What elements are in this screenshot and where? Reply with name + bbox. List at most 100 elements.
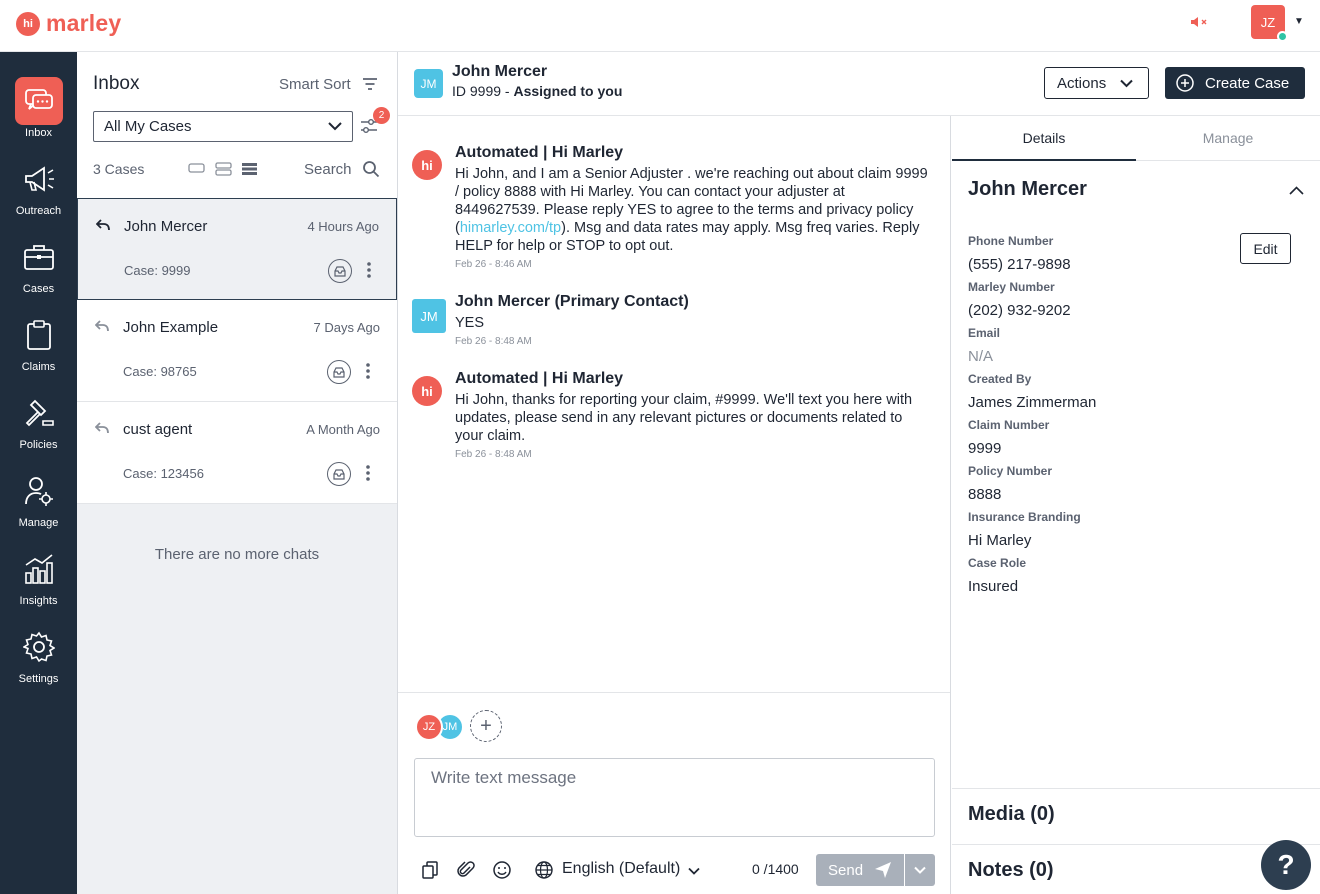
filter-count-badge: 2	[373, 107, 390, 124]
tab-details[interactable]: Details	[952, 116, 1136, 161]
message-time: Feb 26 - 8:46 AM	[455, 259, 532, 270]
more-vertical-icon[interactable]	[365, 362, 371, 380]
details-panel: Details Manage John Mercer Edit Phone Nu…	[952, 116, 1320, 894]
user-menu-caret-icon[interactable]: ▼	[1294, 16, 1304, 27]
nav-claims[interactable]: Claims	[0, 311, 77, 381]
actions-dropdown-button[interactable]: Actions	[1044, 67, 1149, 99]
top-bar: hi marley JZ ▼	[0, 0, 1320, 52]
case-id-text: ID 9999 -	[452, 83, 510, 99]
copy-template-icon[interactable]	[420, 860, 440, 880]
edit-contact-button[interactable]: Edit	[1240, 233, 1291, 264]
message-time: Feb 26 - 8:48 AM	[455, 336, 532, 347]
inbox-tray-icon[interactable]	[328, 259, 352, 283]
inbox-tray-icon[interactable]	[327, 462, 351, 486]
more-vertical-icon[interactable]	[366, 261, 372, 279]
emoji-icon[interactable]	[492, 860, 512, 880]
case-filter-select[interactable]: All My Cases	[93, 111, 353, 142]
nav-label: Inbox	[25, 127, 52, 139]
media-section-header[interactable]: Media (0)	[952, 788, 1320, 844]
speaker-muted-icon[interactable]	[1190, 15, 1210, 29]
case-time: 7 Days Ago	[313, 320, 381, 335]
nav-manage[interactable]: Manage	[0, 467, 77, 537]
field-value: 9999	[968, 440, 1002, 457]
globe-icon[interactable]	[534, 860, 554, 880]
field-label: Insurance Branding	[968, 510, 1081, 524]
inbox-title: Inbox	[93, 73, 140, 94]
logo-text: marley	[46, 10, 122, 36]
case-filter-value: All My Cases	[104, 118, 192, 135]
reply-arrow-icon	[96, 219, 110, 231]
message-input[interactable]	[414, 758, 935, 837]
nav-label: Outreach	[15, 205, 62, 217]
view-comfortable-icon[interactable]	[215, 162, 232, 176]
character-count: 0 /1400	[752, 861, 799, 877]
view-list-icon[interactable]	[241, 162, 258, 176]
terms-link[interactable]: himarley.com/tp	[460, 220, 561, 236]
marley-logo[interactable]: hi marley	[16, 10, 121, 37]
gear-icon	[15, 623, 63, 671]
inbox-search-label[interactable]: Search	[304, 161, 352, 178]
message-body: Hi John, thanks for reporting your claim…	[455, 392, 913, 444]
chevron-down-icon	[328, 122, 342, 131]
case-name: cust agent	[123, 421, 193, 438]
inbox-panel: Inbox Smart Sort All My Cases 2 3 Cases …	[77, 52, 398, 894]
side-nav: Inbox Outreach Cases Claims Policies Man…	[0, 52, 77, 894]
field-label: Case Role	[968, 556, 1027, 570]
case-time: A Month Ago	[306, 422, 380, 437]
nav-settings[interactable]: Settings	[0, 623, 77, 693]
chevron-down-icon[interactable]	[688, 867, 700, 875]
view-compact-icon[interactable]	[188, 162, 205, 174]
message-sender: Automated | Hi Marley	[455, 144, 624, 161]
nav-policies[interactable]: Policies	[0, 389, 77, 459]
language-selector[interactable]: English (Default)	[562, 860, 680, 878]
tab-manage[interactable]: Manage	[1136, 116, 1320, 161]
field-value: Insured	[968, 578, 1019, 595]
message: JM John Mercer (Primary Contact) YES Feb…	[412, 293, 932, 353]
field-label: Phone Number	[968, 234, 1054, 248]
case-list-item[interactable]: cust agent A Month Ago Case: 123456	[77, 402, 397, 504]
participant-avatar[interactable]: JZ	[415, 713, 443, 741]
chevron-up-icon[interactable]	[1289, 186, 1304, 195]
field-label: Marley Number	[968, 280, 1055, 294]
field-label: Policy Number	[968, 464, 1053, 478]
send-label: Send	[828, 861, 864, 879]
field-value: James Zimmerman	[968, 394, 1097, 411]
cases-count: 3 Cases	[93, 161, 145, 177]
case-time: 4 Hours Ago	[307, 219, 379, 234]
chat-header: JM John Mercer ID 9999 - Assigned to you…	[398, 52, 1320, 116]
paperclip-icon[interactable]	[456, 860, 476, 880]
nav-outreach[interactable]: Outreach	[0, 155, 77, 225]
no-more-chats-text: There are no more chats	[154, 546, 320, 563]
smart-sort-label[interactable]: Smart Sort	[279, 76, 351, 93]
search-icon[interactable]	[362, 160, 380, 178]
create-case-button[interactable]: Create Case	[1165, 67, 1305, 99]
chat-contact-name: John Mercer	[452, 63, 548, 80]
reply-arrow-icon	[95, 320, 109, 332]
send-options-dropdown[interactable]	[905, 854, 935, 886]
message-sender: John Mercer (Primary Contact)	[455, 293, 689, 310]
more-vertical-icon[interactable]	[365, 464, 371, 482]
case-list-item[interactable]: John Mercer 4 Hours Ago Case: 9999	[77, 198, 397, 300]
plus-circle-icon	[1176, 74, 1194, 92]
logo-badge: hi	[16, 11, 40, 36]
online-status-dot	[1277, 31, 1288, 42]
contact-avatar: JM	[412, 299, 446, 333]
case-number: Case: 9999	[124, 263, 191, 278]
field-value: (555) 217-9898	[968, 256, 1071, 273]
message-composer: JZ JM + English (Default) 0 /1400 Send	[398, 692, 950, 894]
help-button[interactable]: ?	[1261, 840, 1311, 890]
nav-cases[interactable]: Cases	[0, 233, 77, 303]
inbox-tray-icon[interactable]	[327, 360, 351, 384]
case-list: John Mercer 4 Hours Ago Case: 9999 John …	[77, 198, 397, 504]
nav-insights[interactable]: Insights	[0, 545, 77, 615]
actions-label: Actions	[1057, 74, 1107, 92]
paper-plane-icon	[875, 862, 891, 878]
hi-marley-avatar: hi	[412, 150, 442, 180]
sort-lines-icon[interactable]	[362, 77, 378, 91]
nav-label: Policies	[19, 439, 58, 451]
case-list-item[interactable]: John Example 7 Days Ago Case: 98765	[77, 300, 397, 402]
nav-inbox[interactable]: Inbox	[0, 77, 77, 147]
bar-chart-icon	[15, 545, 63, 593]
add-participant-button[interactable]: +	[470, 710, 502, 742]
send-button[interactable]: Send	[816, 854, 904, 886]
